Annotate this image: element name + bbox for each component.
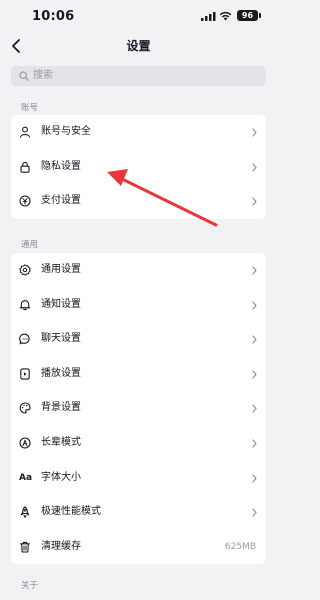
trash-icon — [20, 541, 30, 553]
settings-row-account-security[interactable]: 账号与安全 — [11, 115, 266, 150]
row-label: 背景设置 — [41, 402, 81, 414]
chevron-right-icon — [252, 301, 257, 310]
search-placeholder: 搜索 — [33, 70, 53, 81]
wifi-icon — [219, 11, 232, 21]
palette-icon — [19, 402, 31, 414]
settings-row-playback[interactable]: 播放设置 — [11, 357, 266, 392]
row-label: 账号与安全 — [41, 126, 91, 137]
row-label: 通知设置 — [41, 298, 81, 310]
search-input[interactable]: 搜索 — [11, 66, 266, 86]
row-label: 长辈模式 — [41, 436, 81, 448]
section-title-about: 关于 — [21, 581, 39, 591]
settings-row-payment[interactable]: 支付设置 — [11, 184, 266, 219]
battery-tip — [259, 13, 261, 18]
rocket-icon — [20, 506, 30, 519]
yuan-coin-icon — [19, 195, 31, 207]
account-settings-card: 账号与安全 隐私设置 支付设置 — [11, 115, 266, 219]
font-size-icon: Aa — [19, 472, 33, 483]
section-title-general: 通用 — [21, 240, 39, 250]
section-title-account: 账号 — [21, 103, 39, 113]
user-icon — [19, 126, 31, 138]
row-label: 极速性能模式 — [41, 506, 101, 518]
search-icon — [19, 71, 29, 81]
status-bar: 10:06 96 — [0, 0, 277, 34]
chat-bubble-icon — [19, 333, 30, 345]
chevron-right-icon — [252, 508, 257, 517]
settings-row-background[interactable]: 背景设置 — [11, 391, 266, 426]
settings-row-font-size[interactable]: Aa 字体大小 — [11, 461, 266, 496]
row-label: 聊天设置 — [41, 333, 81, 345]
chevron-right-icon — [252, 197, 257, 206]
chevron-right-icon — [252, 128, 257, 137]
battery-indicator: 96 — [237, 10, 258, 21]
general-settings-card: 通用设置 通知设置 聊天设置 播放设置 背景设置 长辈模式 Aa 字体大小 极速… — [11, 253, 266, 565]
chevron-right-icon — [252, 404, 257, 413]
row-label: 播放设置 — [41, 367, 81, 379]
settings-row-general[interactable]: 通用设置 — [11, 253, 266, 288]
chevron-right-icon — [252, 474, 257, 483]
row-label: 清理缓存 — [41, 540, 81, 552]
chevron-right-icon — [252, 439, 257, 448]
row-label: 通用设置 — [41, 264, 81, 275]
settings-row-privacy[interactable]: 隐私设置 — [11, 150, 266, 185]
chevron-right-icon — [252, 335, 257, 344]
settings-row-elder-mode[interactable]: 长辈模式 — [11, 426, 266, 461]
row-label: 隐私设置 — [41, 160, 81, 172]
gear-icon — [19, 264, 31, 276]
cache-size-value: 625MB — [224, 541, 256, 552]
play-icon — [20, 368, 30, 380]
settings-row-chat[interactable]: 聊天设置 — [11, 322, 266, 357]
cellular-signal-icon — [201, 12, 216, 21]
row-label: 字体大小 — [41, 471, 81, 483]
chevron-right-icon — [252, 266, 257, 275]
status-time: 10:06 — [32, 9, 75, 24]
row-label: 支付设置 — [41, 195, 81, 207]
bell-icon — [19, 299, 31, 310]
settings-row-performance-mode[interactable]: 极速性能模式 — [11, 495, 266, 530]
elder-mode-icon — [19, 437, 31, 449]
nav-bar: 设置 — [0, 34, 277, 58]
chevron-right-icon — [252, 163, 257, 172]
chevron-right-icon — [252, 370, 257, 379]
settings-row-notifications[interactable]: 通知设置 — [11, 288, 266, 323]
settings-row-clear-cache[interactable]: 清理缓存 625MB — [11, 530, 266, 565]
lock-icon — [20, 161, 30, 173]
page-title: 设置 — [126, 39, 151, 53]
